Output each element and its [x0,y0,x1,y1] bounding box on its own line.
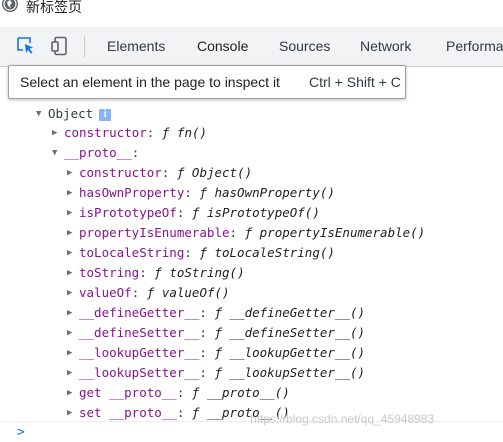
collapsed-arrow-icon[interactable]: ▶ [67,223,79,243]
property-key: toString [79,265,140,280]
function-symbol: ƒ [146,285,155,300]
tooltip-text: Select an element in the page to inspect… [20,74,280,90]
property-key: __lookupSetter__ [79,365,200,380]
property-key: toLocaleString [79,245,185,260]
property-key: __defineSetter__ [79,325,200,340]
collapsed-arrow-icon[interactable]: ▶ [67,343,79,363]
tree-row-proto-child[interactable]: ▶ __lookupSetter__: ƒ __lookupSetter__() [67,363,365,383]
tab-performance[interactable]: Performa [446,27,503,66]
property-key: __proto__ [64,145,132,160]
function-symbol: ƒ [161,125,170,140]
tree-row-proto-child[interactable]: ▶ get __proto__: ƒ __proto__() [67,383,290,403]
window-titlebar: 新标签页 [0,0,503,18]
property-key: __defineGetter__ [79,305,200,320]
root-label: Object [48,106,94,121]
collapsed-arrow-icon[interactable]: ▶ [67,183,79,203]
property-key: valueOf [79,285,132,300]
collapsed-arrow-icon[interactable]: ▶ [67,363,79,383]
tree-row-proto-child[interactable]: ▶ toString: ƒ toString() [67,263,245,283]
function-symbol: ƒ [176,165,185,180]
property-value: toLocaleString() [214,245,335,260]
tree-row-proto[interactable]: ▼ __proto__: [52,143,139,163]
tree-row-proto-child[interactable]: ▶ __defineSetter__: ƒ __defineSetter__() [67,323,365,343]
tree-row-proto-child[interactable]: ▶ __lookupGetter__: ƒ __lookupGetter__() [67,343,365,363]
property-value: __lookupSetter__() [229,365,366,380]
collapsed-arrow-icon[interactable]: ▶ [67,243,79,263]
tree-row-proto-child[interactable]: ▶ valueOf: ƒ valueOf() [67,283,230,303]
function-symbol: ƒ [191,385,200,400]
device-toolbar-icon[interactable] [50,36,70,56]
property-key: hasOwnProperty [79,185,185,200]
expanded-arrow-icon[interactable]: ▼ [36,104,48,124]
property-value: fn() [176,125,208,140]
expanded-arrow-icon[interactable]: ▼ [52,143,64,163]
window-title: 新标签页 [26,0,82,15]
tree-row-proto-child[interactable]: ▶ propertyIsEnumerable: ƒ propertyIsEnume… [67,223,425,243]
devtools-toolbar: Elements Console Sources Network Perform… [0,27,503,67]
collapsed-arrow-icon[interactable]: ▶ [67,323,79,343]
property-value: __defineSetter__() [229,325,366,340]
tab-network[interactable]: Network [360,27,411,66]
property-key: constructor [64,125,147,140]
collapsed-arrow-icon[interactable]: ▶ [67,303,79,323]
collapsed-arrow-icon[interactable]: ▶ [67,203,79,223]
toolbar-divider [84,36,85,57]
tooltip-shortcut: Ctrl + Shift + C [309,74,401,90]
inspect-element-icon[interactable] [16,36,36,56]
property-value: __proto__() [206,385,290,400]
function-symbol: ƒ [244,225,253,240]
function-symbol: ƒ [191,205,200,220]
function-symbol: ƒ [154,265,162,280]
property-value: __lookupGetter__() [229,345,366,360]
tree-root[interactable]: ▼ Object i [36,104,112,124]
property-value: isPrototypeOf() [206,205,320,220]
property-value: valueOf() [161,285,230,300]
collapsed-arrow-icon[interactable]: ▶ [67,403,79,423]
globe-icon [2,0,18,12]
collapsed-arrow-icon[interactable]: ▶ [52,123,64,143]
tab-console[interactable]: Console [184,27,261,67]
info-icon[interactable]: i [99,108,112,121]
tree-row-proto-child[interactable]: ▶ constructor: ƒ Object() [67,163,252,183]
property-key: get __proto__ [79,385,177,400]
tree-row-proto-child[interactable]: ▶ toLocaleString: ƒ toLocaleString() [67,243,335,263]
function-symbol: ƒ [214,345,223,360]
tab-sources[interactable]: Sources [279,27,330,66]
collapsed-arrow-icon[interactable]: ▶ [67,383,79,403]
function-symbol: ƒ [199,185,207,200]
function-symbol: ƒ [191,405,200,420]
prompt-chevron-icon: > [17,425,25,440]
property-value: propertyIsEnumerable() [259,225,426,240]
inspect-tooltip: Select an element in the page to inspect… [8,65,406,99]
console-object-tree: ▼ Object i ▶ constructor: ƒ fn() ▼ __proto__… [0,100,503,420]
watermark: https://blog.csdn.net/qq_45948983 [250,412,435,426]
property-value: __defineGetter__() [229,305,366,320]
tree-row-proto-child[interactable]: ▶ isPrototypeOf: ƒ isPrototypeOf() [67,203,320,223]
tree-row-constructor[interactable]: ▶ constructor: ƒ fn() [52,123,207,143]
property-key: set __proto__ [79,405,177,420]
property-key: constructor [79,165,162,180]
property-key: propertyIsEnumerable [79,225,230,240]
function-symbol: ƒ [214,325,223,340]
property-value: toString() [169,265,245,280]
function-symbol: ƒ [214,305,223,320]
property-key: __lookupGetter__ [79,345,200,360]
tree-row-proto-child[interactable]: ▶ __defineGetter__: ƒ __defineGetter__() [67,303,365,323]
function-symbol: ƒ [199,245,207,260]
tree-row-proto-child[interactable]: ▶ hasOwnProperty: ƒ hasOwnProperty() [67,183,335,203]
collapsed-arrow-icon[interactable]: ▶ [67,163,79,183]
property-value: hasOwnProperty() [214,185,335,200]
collapsed-arrow-icon[interactable]: ▶ [67,283,79,303]
function-symbol: ƒ [214,365,223,380]
property-value: Object() [191,165,253,180]
collapsed-arrow-icon[interactable]: ▶ [67,263,79,283]
tab-elements[interactable]: Elements [107,27,165,66]
property-key: isPrototypeOf [79,205,177,220]
